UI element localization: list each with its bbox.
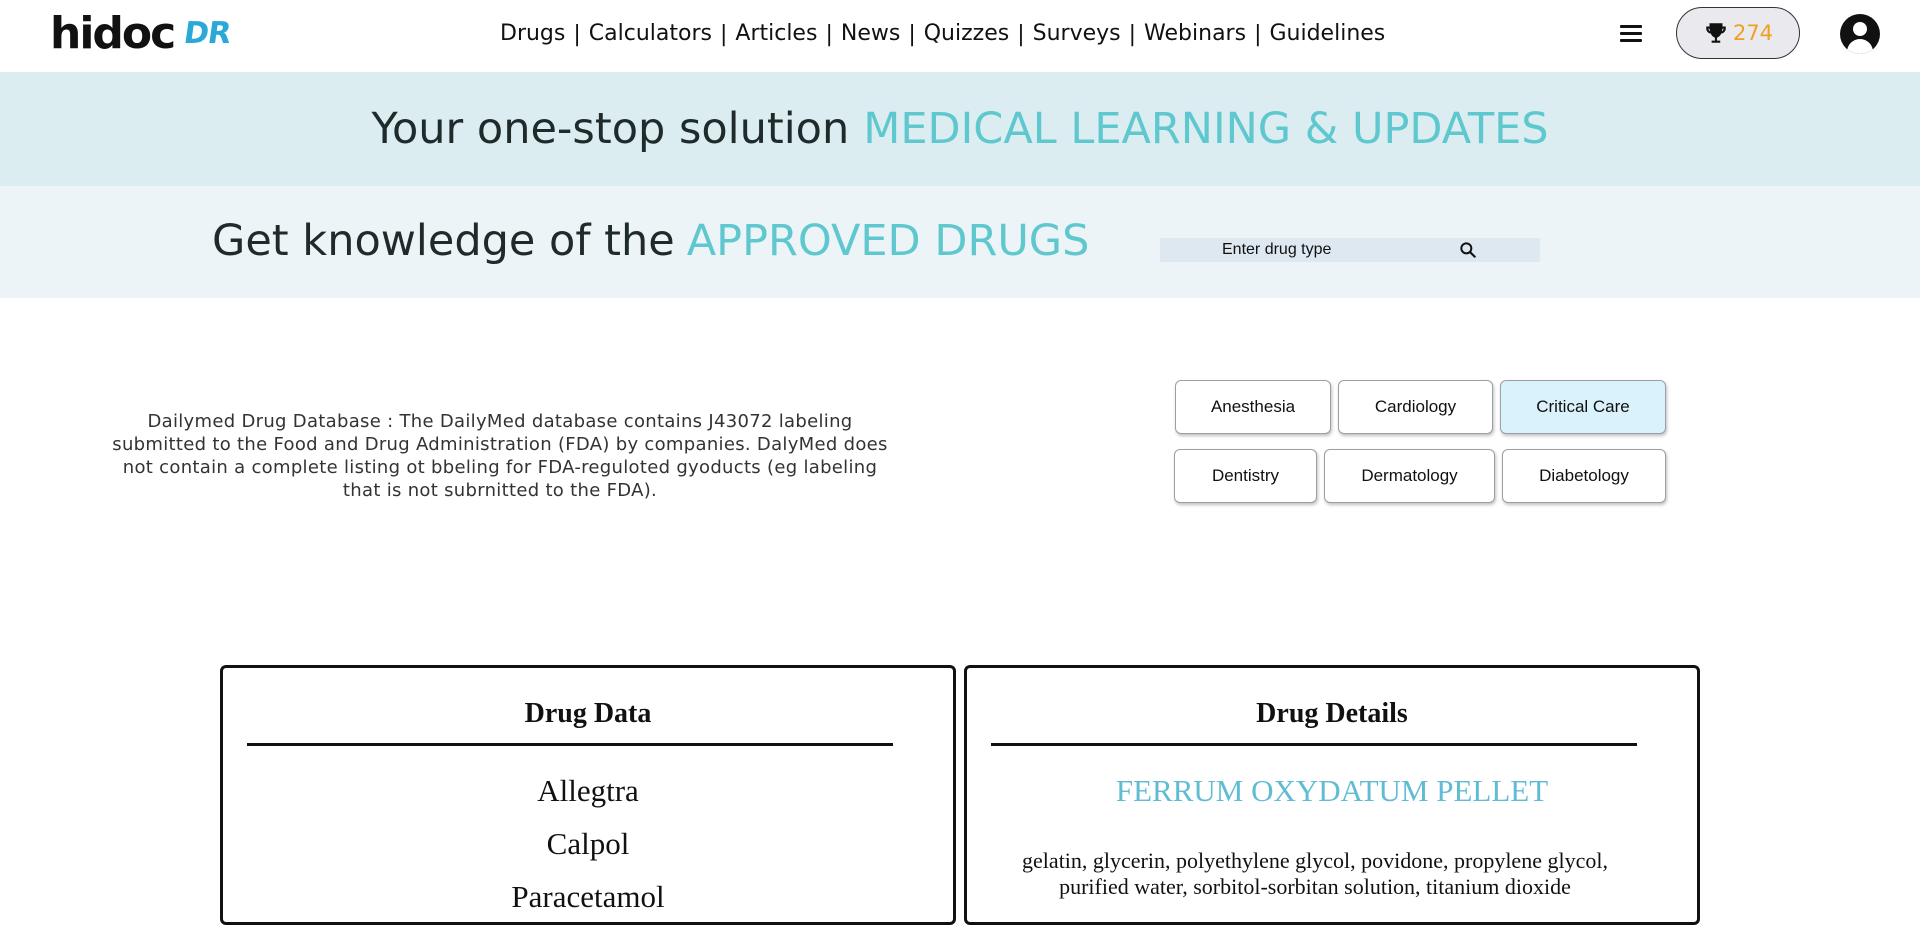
nav-guidelines[interactable]: Guidelines [1265, 18, 1389, 50]
main-nav: Drugs | Calculators | Articles | News | … [496, 18, 1389, 50]
user-avatar-icon[interactable] [1840, 14, 1880, 54]
drug-section-heading: Get knowledge of the APPROVED DRUGS [212, 216, 1089, 266]
tagline-accent: MEDICAL LEARNING & UPDATES [863, 104, 1549, 154]
logo-dr-mark: DR [181, 16, 233, 51]
category-anesthesia-button[interactable]: Anesthesia [1175, 380, 1331, 434]
nav-surveys[interactable]: Surveys [1029, 18, 1125, 50]
category-dermatology-button[interactable]: Dermatology [1324, 449, 1495, 503]
nav-separator: | [1254, 21, 1262, 47]
nav-news[interactable]: News [837, 18, 904, 50]
drug-data-title: Drug Data [524, 698, 652, 729]
tagline-banner: Your one-stop solution MEDICAL LEARNING … [0, 72, 1920, 186]
nav-calculators[interactable]: Calculators [585, 18, 716, 50]
drug-list: Allegtra Calpol Paracetamol [223, 773, 953, 932]
drug-list-item[interactable]: Paracetamol [223, 879, 953, 932]
category-diabetology-button[interactable]: Diabetology [1502, 449, 1666, 503]
nav-separator: | [573, 21, 581, 47]
top-navigation-bar: hidoc DR Drugs | Calculators | Articles … [0, 0, 1920, 72]
hidoc-logo[interactable]: hidoc DR [50, 8, 233, 59]
heading-accent: APPROVED DRUGS [686, 216, 1090, 266]
logo-text: hidoc [50, 8, 176, 59]
category-cardiology-button[interactable]: Cardiology [1338, 380, 1493, 434]
selected-drug-name: FERRUM OXYDATUM PELLET [1115, 773, 1549, 808]
drug-details-title: Drug Details [1256, 698, 1408, 729]
category-dentistry-button[interactable]: Dentistry [1174, 449, 1317, 503]
nav-drugs[interactable]: Drugs [496, 18, 569, 50]
drug-data-card: Drug Data Allegtra Calpol Paracetamol [220, 665, 956, 925]
nav-separator: | [1128, 21, 1137, 47]
nav-separator: | [1017, 21, 1025, 47]
nav-separator: | [825, 21, 833, 47]
category-critical-care-button[interactable]: Critical Care [1500, 380, 1666, 434]
trophy-icon [1706, 23, 1726, 43]
title-divider [247, 743, 893, 746]
title-divider [991, 743, 1637, 746]
nav-quizzes[interactable]: Quizzes [920, 18, 1013, 50]
drug-search-box [1160, 238, 1540, 262]
drug-list-item[interactable]: Calpol [223, 826, 953, 879]
drug-search-banner: Get knowledge of the APPROVED DRUGS [0, 186, 1920, 298]
nav-webinars[interactable]: Webinars [1140, 18, 1250, 50]
hamburger-menu-icon[interactable] [1620, 22, 1642, 44]
drug-details-card: Drug Details FERRUM OXYDATUM PELLET gela… [964, 665, 1700, 925]
nav-separator: | [908, 21, 916, 47]
nav-separator: | [719, 21, 728, 47]
points-count: 274 [1732, 21, 1774, 45]
nav-articles[interactable]: Articles [731, 18, 821, 50]
drug-ingredients: gelatin, glycerin, polyethylene glycol, … [1022, 848, 1608, 899]
heading-lead: Get knowledge of the [212, 216, 675, 266]
tagline-lead: Your one-stop solution [371, 104, 850, 154]
database-description: Dailymed Drug Database : The DailyMed da… [112, 411, 888, 501]
points-badge[interactable]: 274 [1676, 7, 1800, 59]
drug-list-item[interactable]: Allegtra [223, 773, 953, 826]
search-icon[interactable] [1458, 240, 1478, 260]
